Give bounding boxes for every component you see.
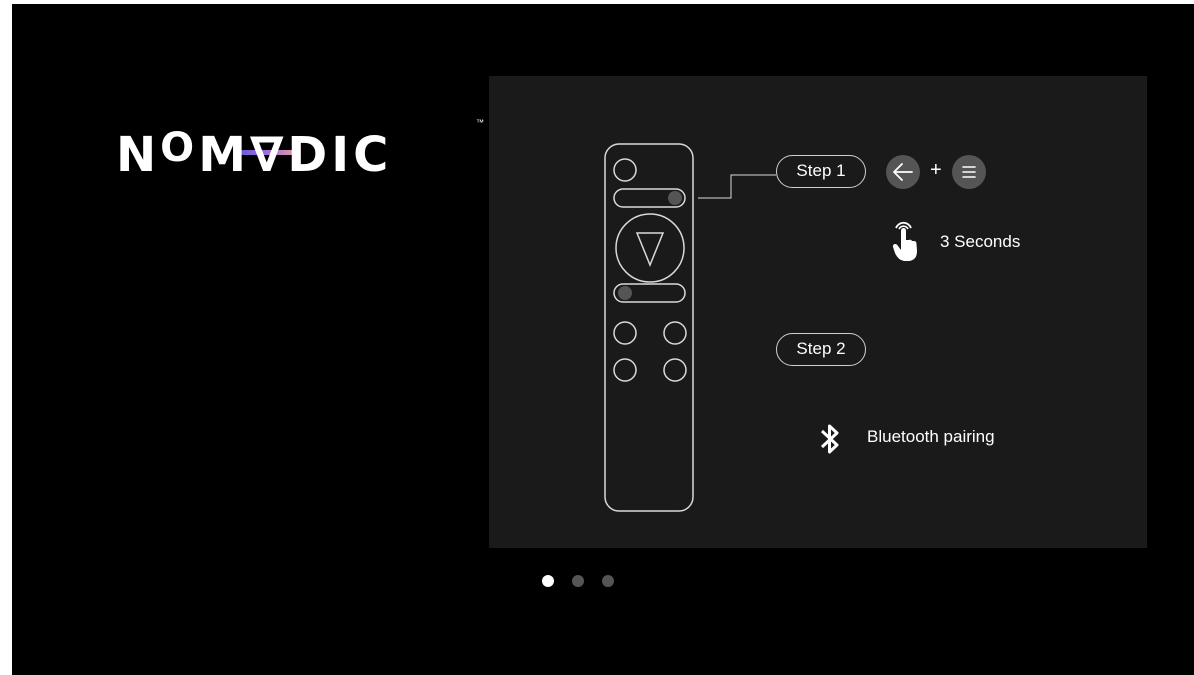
remote-button-4	[663, 358, 687, 382]
hold-duration-text: 3 Seconds	[940, 232, 1021, 251]
page-dot-1[interactable]	[542, 575, 554, 587]
onboarding-screen: NOM∇DIC ™ Step 1 + 3 Seconds Step 2 Blue…	[12, 4, 1194, 675]
remote-bottom-rocker-knob	[618, 286, 632, 300]
step1-label: Step 1	[776, 155, 866, 188]
remote-dpad-ring	[615, 213, 685, 283]
logo-wordmark: NOM∇DIC	[116, 125, 393, 183]
bluetooth-icon	[820, 424, 839, 454]
remote-button-2	[663, 321, 687, 345]
nomadic-logo: NOM∇DIC ™	[116, 116, 484, 194]
remote-dpad-triangle	[635, 232, 665, 267]
callout-line	[698, 174, 776, 199]
press-hold-hand-icon	[892, 221, 917, 261]
menu-icon	[962, 166, 976, 178]
trademark-symbol: ™	[476, 118, 484, 127]
bluetooth-pairing-text: Bluetooth pairing	[867, 427, 995, 446]
menu-button-graphic	[952, 155, 986, 189]
back-button-graphic	[886, 155, 920, 189]
pairing-instructions-panel: Step 1 + 3 Seconds Step 2 Bluetooth pair…	[489, 76, 1147, 548]
remote-top-rocker-knob	[668, 191, 682, 205]
remote-power-button	[613, 158, 637, 182]
step2-label: Step 2	[776, 333, 866, 366]
remote-control-diagram	[604, 143, 776, 512]
remote-button-3	[613, 358, 637, 382]
page-dot-2[interactable]	[572, 575, 584, 587]
back-arrow-icon	[893, 163, 913, 181]
page-dot-3[interactable]	[602, 575, 614, 587]
combo-plus-sign: +	[930, 159, 942, 181]
remote-button-1	[613, 321, 637, 345]
